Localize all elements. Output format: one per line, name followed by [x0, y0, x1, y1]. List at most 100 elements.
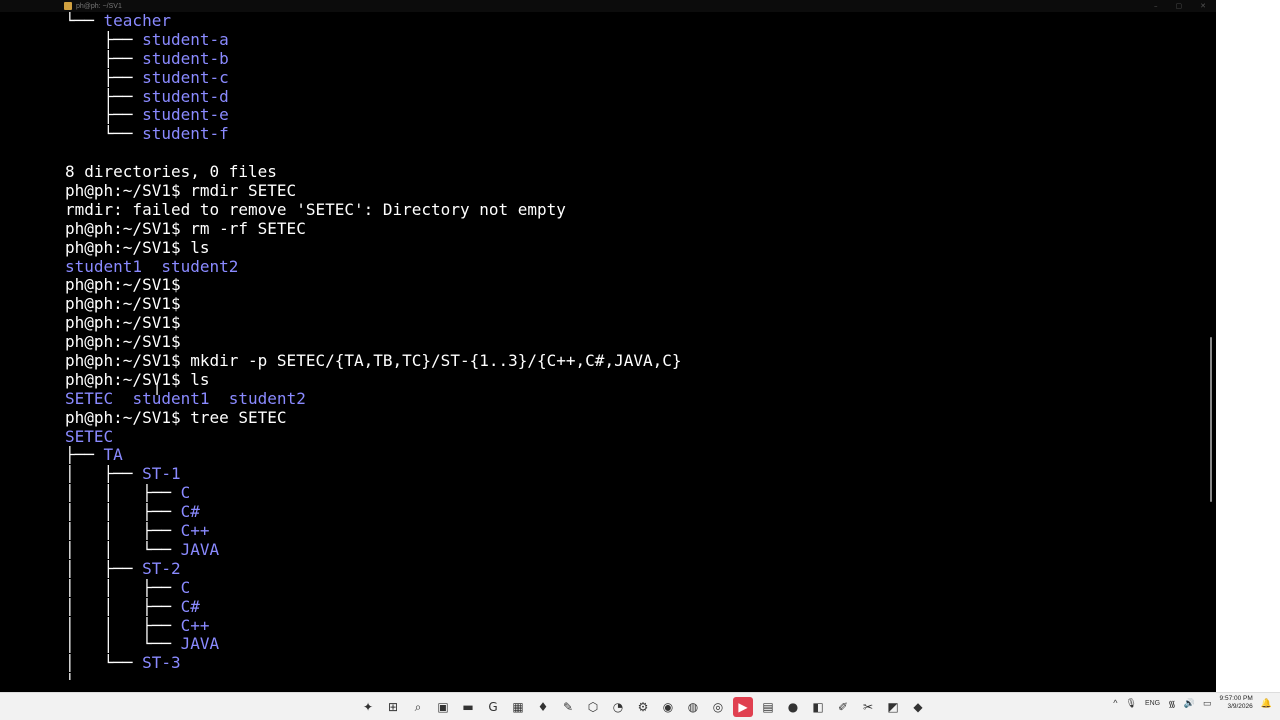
terminal-line: │ │ ├── C# — [65, 598, 1205, 617]
terminal-line: │ │ ├── C++ — [65, 522, 1205, 541]
terminal-app-icon[interactable]: ▶ — [733, 697, 753, 717]
remote-icon[interactable]: ◩ — [883, 697, 903, 717]
edge-icon[interactable]: ◔ — [608, 697, 628, 717]
terminal-line: │ │ └── JAVA — [65, 541, 1205, 560]
directory-name: student1 — [132, 389, 210, 408]
minimize-button[interactable]: – — [1154, 0, 1158, 12]
terminal-text: ph@ph:~/SV1$ — [65, 295, 181, 314]
terminal-line: ph@ph:~/SV1$ rmdir SETEC — [65, 182, 1205, 201]
terminal-line: ph@ph:~/SV1$ tree SETEC — [65, 409, 1205, 428]
window-titlebar[interactable]: ph@ph: ~/SV1 – ▢ ✕ — [0, 0, 1216, 12]
directory-name: C — [180, 484, 191, 503]
notepad-icon[interactable]: ▤ — [758, 697, 778, 717]
directory-name: JAVA — [180, 635, 220, 654]
directory-name: student2 — [161, 257, 239, 276]
red-app-icon[interactable]: ● — [783, 697, 803, 717]
terminal-line: ph@ph:~/SV1$ mkdir -p SETEC/{TA,TB,TC}/S… — [65, 352, 1205, 371]
snip-icon[interactable]: ✂ — [858, 697, 878, 717]
drop-icon[interactable]: ♦ — [533, 697, 553, 717]
terminal-text: │ │ └── — [65, 540, 181, 559]
directory-name: student-b — [142, 49, 229, 68]
git-icon[interactable]: ◆ — [908, 697, 928, 717]
copilot-icon[interactable]: ✦ — [358, 697, 378, 717]
terminal-text: │ ├── — [65, 465, 143, 484]
terminal-text: ├── — [65, 106, 143, 125]
close-button[interactable]: ✕ — [1200, 0, 1206, 12]
grammarly-icon[interactable]: G — [483, 697, 503, 717]
search-icon[interactable]: ⌕ — [408, 697, 428, 717]
directory-name: student-e — [142, 106, 229, 125]
wifi-icon[interactable]: ᯾ — [1168, 697, 1176, 710]
terminal-text: │ │ └── — [65, 635, 181, 654]
directory-name: student-c — [142, 68, 229, 87]
paint-icon[interactable]: ✐ — [833, 697, 853, 717]
battery-icon[interactable]: ▭ — [1203, 698, 1212, 709]
terminal-line: │ │ └── JAVA — [65, 635, 1205, 654]
terminal-text: ph@ph:~/SV1$ rmdir SETEC — [65, 182, 297, 201]
terminal-line: rmdir: failed to remove 'SETEC': Directo… — [65, 201, 1205, 220]
terminal-line: ph@ph:~/SV1$ ls — [65, 239, 1205, 258]
notification-bell-icon[interactable]: 🔔 — [1261, 698, 1272, 709]
terminal-text: ph@ph:~/SV1$ ls — [65, 238, 210, 257]
terminal-text: │ │ ├── — [65, 597, 181, 616]
terminal-text: └── — [65, 12, 104, 30]
taskbar: ✦ ⊞ ⌕ ▣ ▬ G ▦ ♦ ✎ ⬡ ◔ ⚙ ◉ ◍ ◎ ▶ ▤ ● ◧ ✐ ✂ ◩ ◆ ^ 🎙 ENG ᯾ 🔊 ▭ 9:… — [0, 692, 1280, 720]
hex-app-icon[interactable]: ⬡ — [583, 697, 603, 717]
terminal-text: ph@ph:~/SV1$ mkdir -p SETEC/{TA,TB,TC}/S… — [65, 352, 682, 371]
terminal-text: 8 directories, 0 files — [65, 163, 277, 182]
directory-name: C# — [180, 503, 200, 522]
settings-icon[interactable]: ⚙ — [633, 697, 653, 717]
vscode-icon[interactable]: ◧ — [808, 697, 828, 717]
volume-icon[interactable]: 🔊 — [1184, 698, 1195, 709]
scrollbar-thumb[interactable] — [1210, 337, 1212, 502]
terminal-text: rmdir: failed to remove 'SETEC': Directo… — [65, 200, 566, 219]
directory-name: SETEC — [65, 389, 114, 408]
directory-name: student-a — [142, 30, 229, 49]
terminal-text: │ — [65, 673, 75, 680]
show-hidden-icons-chevron-icon[interactable]: ^ — [1113, 698, 1117, 708]
clock-date: 3/9/2026 — [1227, 703, 1253, 710]
directory-name: TA — [103, 446, 123, 465]
terminal-text: ph@ph:~/SV1$ — [65, 276, 181, 295]
terminal-line: ├── student-c — [65, 69, 1205, 88]
terminal-line: ph@ph:~/SV1$ — [65, 276, 1205, 295]
terminal-line: ├── student-a — [65, 31, 1205, 50]
microphone-icon[interactable]: 🎙 — [1126, 698, 1137, 709]
chrome-icon[interactable]: ◉ — [658, 697, 678, 717]
terminal-text: │ └── — [65, 654, 143, 673]
terminal-line: ph@ph:~/SV1$ — [65, 295, 1205, 314]
chrome-beta-icon[interactable]: ◎ — [708, 697, 728, 717]
maximize-button[interactable]: ▢ — [1176, 0, 1183, 12]
windows-start-icon[interactable]: ⊞ — [383, 697, 403, 717]
terminal-text: │ │ ├── — [65, 503, 181, 522]
terminal-text: ├── — [65, 446, 104, 465]
chrome-alt-icon[interactable]: ◍ — [683, 697, 703, 717]
store-icon[interactable]: ▦ — [508, 697, 528, 717]
terminal-line: │ │ ├── C# — [65, 503, 1205, 522]
terminal-text: ph@ph:~/SV1$ — [65, 333, 181, 352]
clock[interactable]: 9:57:00 PM 3/9/2026 — [1220, 695, 1253, 711]
terminal-line: │ — [65, 673, 1205, 680]
terminal-output[interactable]: └── teacher ├── student-a ├── student-b … — [65, 12, 1205, 680]
system-tray: ^ 🎙 ENG ᯾ 🔊 ▭ 9:57:00 PM 3/9/2026 🔔 — [1113, 695, 1272, 711]
terminal-text: │ │ ├── — [65, 522, 181, 541]
terminal-text: ph@ph:~/SV1$ — [65, 314, 181, 333]
directory-name: C — [180, 578, 191, 597]
terminal-scrollbar[interactable] — [1206, 12, 1216, 692]
window-title: ph@ph: ~/SV1 — [76, 2, 122, 10]
file-explorer-icon[interactable]: ▬ — [458, 697, 478, 717]
terminal-line: ├── student-e — [65, 106, 1205, 125]
terminal-line: ph@ph:~/SV1$ ls — [65, 371, 1205, 390]
terminal-text: │ │ ├── — [65, 484, 181, 503]
terminal-text: │ │ ├── — [65, 578, 181, 597]
pen-app-icon[interactable]: ✎ — [558, 697, 578, 717]
terminal-line: └── teacher — [65, 12, 1205, 31]
terminal-line: ├── student-b — [65, 50, 1205, 69]
directory-name: ST-1 — [142, 465, 181, 484]
language-indicator[interactable]: ENG — [1145, 700, 1160, 707]
desktop-background — [1216, 0, 1280, 692]
task-view-icon[interactable]: ▣ — [433, 697, 453, 717]
